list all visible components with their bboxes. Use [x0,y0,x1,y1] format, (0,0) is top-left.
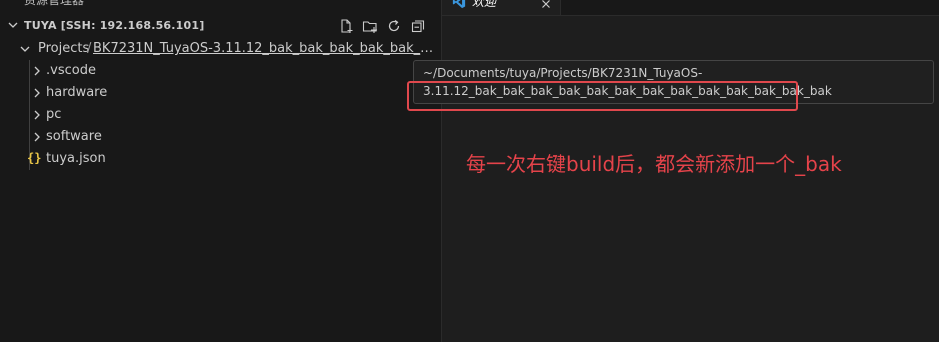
chevron-right-icon [34,88,40,98]
breadcrumb-separator: / [87,41,92,56]
annotation-text: 每一次右键build后，都会新添加一个_bak [466,152,842,176]
tree-item-label: software [46,129,102,144]
sidebar-title: 资源管理器 [24,0,85,7]
breadcrumb-projects[interactable]: Projects [38,41,89,56]
breadcrumb-project-folder[interactable]: BK7231N_TuyaOS-3.11.12_bak_bak_bak_bak_b… [93,41,438,56]
workspace-title: TUYA [SSH: 192.168.56.101] [24,19,205,32]
refresh-icon[interactable] [385,17,403,35]
highlight-box [407,81,798,111]
tree-item-vscode[interactable]: .vscode [0,60,441,82]
chevron-right-icon [34,132,40,142]
vscode-icon [452,0,466,9]
editor-tab-bar: 欢迎 [442,0,939,16]
explorer-sidebar: 资源管理器 TUYA [SSH: 192.168.56.101] Project… [0,0,441,342]
workspace-section-header[interactable]: TUYA [SSH: 192.168.56.101] [0,16,441,36]
tree-item-pc[interactable]: pc [0,104,441,126]
json-file-icon: {} [27,151,42,165]
tree-item-hardware[interactable]: hardware [0,82,441,104]
tree-item-software[interactable]: software [0,126,441,148]
chevron-right-icon [34,66,40,76]
chevron-down-icon [8,22,18,28]
tree-item-label: tuya.json [46,151,106,166]
new-file-icon[interactable] [337,17,355,35]
tree-item-label: hardware [46,85,108,100]
breadcrumb[interactable]: Projects / BK7231N_TuyaOS-3.11.12_bak_ba… [0,38,441,60]
tree-item-tuya-json[interactable]: {} tuya.json [0,148,441,170]
sidebar-divider[interactable] [441,0,442,342]
new-folder-icon[interactable] [361,17,379,35]
close-icon[interactable] [540,0,552,10]
collapse-all-icon[interactable] [409,17,427,35]
chevron-down-icon [20,46,30,52]
tree-item-label: .vscode [46,63,96,78]
tab-label: 欢迎 [472,0,497,9]
tooltip-line-1: ~/Documents/tuya/Projects/BK7231N_TuyaOS… [423,66,703,80]
chevron-right-icon [34,110,40,120]
tree-item-label: pc [46,107,62,122]
explorer-toolbar [337,17,427,35]
tab-welcome[interactable]: 欢迎 [442,0,561,15]
